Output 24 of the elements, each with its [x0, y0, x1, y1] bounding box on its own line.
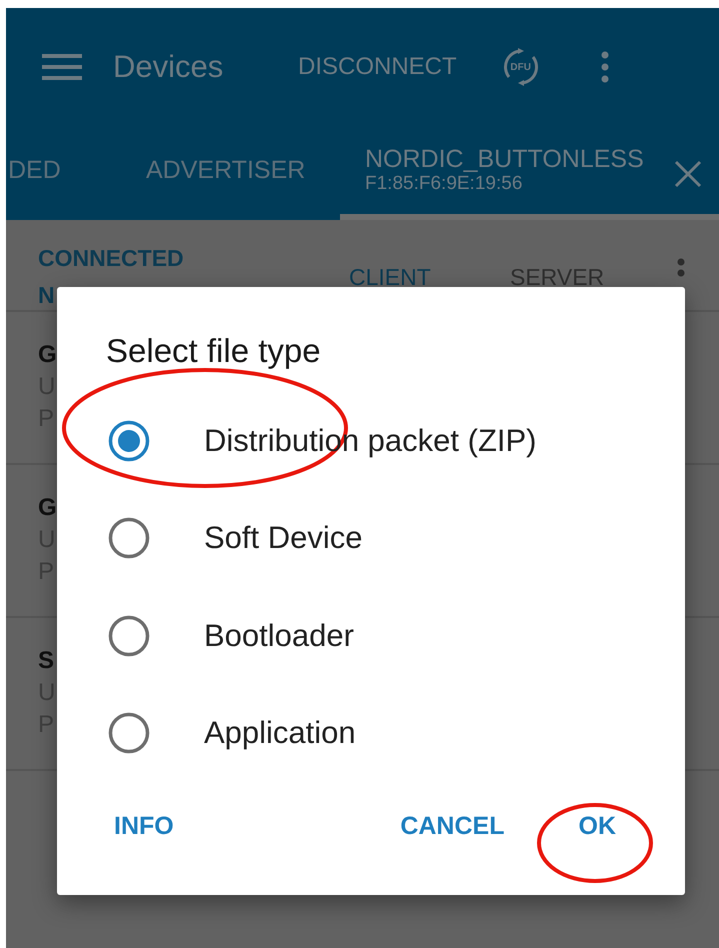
file-type-option[interactable]: Bootloader: [57, 587, 685, 684]
connection-status: N: [38, 281, 56, 310]
connection-status: CONNECTED: [38, 244, 185, 273]
radio-button[interactable]: [107, 711, 151, 756]
device-tab[interactable]: NORDIC_BUTTONLESS F1:85:F6:9E:19:56: [340, 126, 719, 220]
device-tab[interactable]: ADVERTISER: [146, 126, 340, 220]
dialog-title: Select file type: [106, 332, 322, 370]
file-type-option[interactable]: Application: [57, 684, 685, 782]
close-icon[interactable]: [674, 160, 702, 188]
service-text: G: [38, 493, 57, 523]
dialog-button[interactable]: CANCEL: [400, 802, 504, 851]
radio-button[interactable]: [107, 614, 151, 658]
dialog-button[interactable]: INFO: [114, 802, 174, 851]
menu-icon[interactable]: [42, 53, 82, 81]
radio-button[interactable]: [107, 418, 151, 463]
disconnect-button[interactable]: DISCONNECT: [298, 53, 457, 81]
dialog-button[interactable]: OK: [578, 802, 616, 851]
file-type-option[interactable]: Soft Device: [57, 490, 685, 587]
device-tab[interactable]: DED: [6, 126, 146, 220]
radio-button[interactable]: [107, 516, 151, 560]
service-text: S: [38, 646, 54, 676]
dfu-button[interactable]: DFU: [500, 47, 541, 87]
app-title: Devices: [113, 49, 224, 85]
service-text: G: [38, 340, 57, 370]
